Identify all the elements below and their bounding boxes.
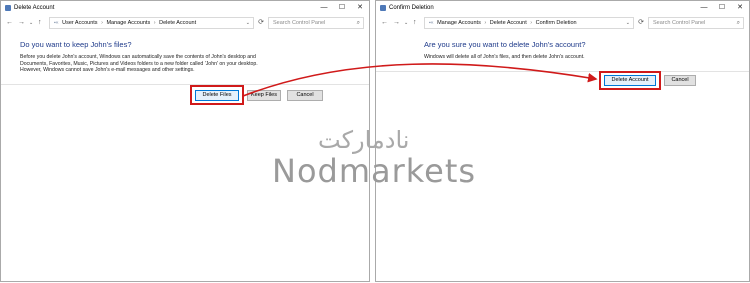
window-controls: — ☐ ✕	[695, 1, 749, 15]
maximize-button[interactable]: ☐	[333, 1, 351, 15]
breadcrumb-separator-icon: ›	[530, 20, 533, 26]
forward-arrow-icon[interactable]: →	[18, 17, 25, 29]
control-panel-small-icon: ▪«	[54, 20, 59, 26]
divider	[376, 71, 749, 72]
back-arrow-icon[interactable]: ←	[381, 17, 388, 29]
title-bar: Delete Account — ☐ ✕	[1, 1, 369, 15]
search-icon[interactable]: ⌕	[357, 18, 360, 28]
up-arrow-icon[interactable]: ↑	[413, 17, 417, 29]
chevron-down-icon[interactable]: ⌄	[246, 18, 250, 28]
description-line: Windows will delete all of John's files,…	[424, 54, 585, 60]
divider	[1, 84, 369, 85]
search-input[interactable]	[273, 18, 343, 28]
delete-account-button[interactable]: Delete Account	[604, 75, 656, 86]
recent-dropdown-icon[interactable]: ⌄	[404, 17, 408, 29]
minimize-button[interactable]: —	[315, 1, 333, 15]
delete-account-window: Delete Account — ☐ ✕ ← → ⌄ ↑ ▪« User Acc…	[0, 0, 370, 282]
minimize-button[interactable]: —	[695, 1, 713, 15]
delete-files-button[interactable]: Delete Files	[195, 89, 239, 101]
search-box[interactable]: ⌕	[268, 17, 364, 29]
control-panel-icon	[5, 5, 11, 11]
recent-dropdown-icon[interactable]: ⌄	[29, 17, 33, 29]
description-line: Documents, Favorites, Music, Pictures an…	[20, 60, 258, 67]
search-input[interactable]	[653, 18, 723, 28]
search-icon[interactable]: ⌕	[737, 18, 740, 28]
window-title: Confirm Deletion	[389, 5, 434, 11]
breadcrumb-item[interactable]: Delete Account	[159, 20, 196, 26]
close-button[interactable]: ✕	[731, 1, 749, 15]
refresh-icon[interactable]: ⟳	[636, 17, 646, 29]
breadcrumb-item[interactable]: Confirm Deletion	[536, 20, 577, 26]
title-bar: Confirm Deletion — ☐ ✕	[376, 1, 749, 15]
breadcrumb[interactable]: ▪« Manage Accounts › Delete Account › Co…	[424, 17, 634, 29]
breadcrumb[interactable]: ▪« User Accounts › Manage Accounts › Del…	[49, 17, 254, 29]
address-bar: ← → ⌄ ↑ ▪« Manage Accounts › Delete Acco…	[376, 17, 749, 29]
refresh-icon[interactable]: ⟳	[256, 17, 266, 29]
search-box[interactable]: ⌕	[648, 17, 744, 29]
control-panel-icon	[380, 5, 386, 11]
breadcrumb-item[interactable]: User Accounts	[62, 20, 97, 26]
page-title: Are you sure you want to delete John's a…	[424, 40, 586, 49]
breadcrumb-separator-icon: ›	[153, 20, 156, 26]
control-panel-small-icon: ▪«	[429, 20, 434, 26]
address-bar: ← → ⌄ ↑ ▪« User Accounts › Manage Accoun…	[1, 17, 369, 29]
window-title: Delete Account	[14, 5, 55, 11]
forward-arrow-icon[interactable]: →	[393, 17, 400, 29]
breadcrumb-separator-icon: ›	[101, 20, 103, 26]
cancel-button[interactable]: Cancel	[287, 89, 323, 101]
cancel-button[interactable]: Cancel	[664, 75, 696, 86]
description-line: Before you delete John's account, Window…	[20, 54, 256, 60]
description-line: However, Windows cannot save John's e-ma…	[20, 67, 195, 74]
page-title: Do you want to keep John's files?	[20, 40, 132, 49]
breadcrumb-item[interactable]: Delete Account	[490, 20, 527, 26]
window-controls: — ☐ ✕	[315, 1, 369, 15]
chevron-down-icon[interactable]: ⌄	[626, 18, 630, 28]
breadcrumb-separator-icon: ›	[484, 20, 487, 26]
keep-files-button[interactable]: Keep Files	[247, 89, 281, 101]
watermark-persian: نادمارکت	[318, 126, 410, 154]
maximize-button[interactable]: ☐	[713, 1, 731, 15]
breadcrumb-item[interactable]: Manage Accounts	[106, 20, 150, 26]
up-arrow-icon[interactable]: ↑	[38, 17, 42, 29]
back-arrow-icon[interactable]: ←	[6, 17, 13, 29]
close-button[interactable]: ✕	[351, 1, 369, 15]
watermark-english: Nodmarkets	[272, 152, 477, 190]
confirm-deletion-window: Confirm Deletion — ☐ ✕ ← → ⌄ ↑ ▪« Manage…	[375, 0, 750, 282]
breadcrumb-item[interactable]: Manage Accounts	[437, 20, 481, 26]
